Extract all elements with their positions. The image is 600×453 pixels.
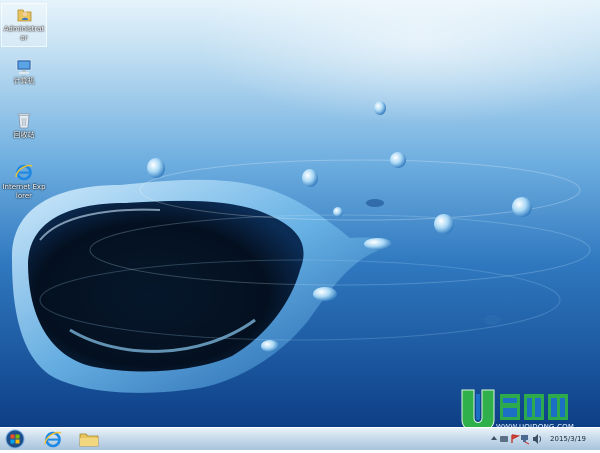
- desktop-icon-label: 回收站: [13, 131, 35, 139]
- desktop-icon-label: Internet Explorer: [2, 183, 46, 200]
- internet-explorer-icon: [44, 431, 62, 448]
- desktop-icon-recycle-bin[interactable]: 回收站: [2, 110, 46, 140]
- windows-start-orb-icon: [5, 429, 25, 449]
- action-center-flag-icon[interactable]: [511, 434, 521, 443]
- desktop[interactable]: Administrator 计算机 回收站 Internet Explorer: [0, 0, 600, 427]
- tray-icons: [491, 434, 542, 445]
- desktop-icon-administrator[interactable]: Administrator: [1, 3, 47, 47]
- recycle-bin-icon: [17, 113, 31, 129]
- user-folder-icon: [17, 9, 32, 22]
- computer-icon: [16, 59, 32, 74]
- taskbar-app-file-explorer[interactable]: [74, 429, 104, 449]
- desktop-icon-label: Administrator: [3, 25, 45, 42]
- start-button[interactable]: [4, 429, 26, 449]
- network-icon[interactable]: [521, 435, 530, 445]
- clock-date: 2015/3/19: [550, 435, 586, 443]
- wallpaper-water-splash: [11, 101, 591, 393]
- desktop-icon-computer[interactable]: 计算机: [2, 58, 46, 86]
- desktop-icon-internet-explorer[interactable]: Internet Explorer: [2, 162, 46, 201]
- taskbar-clock[interactable]: 2015/3/19: [542, 429, 594, 444]
- desktop-icon-label: 计算机: [13, 77, 35, 85]
- internet-explorer-icon: [15, 164, 33, 181]
- volume-icon[interactable]: [533, 434, 542, 444]
- file-explorer-icon: [79, 433, 99, 447]
- show-hidden-icons-icon[interactable]: [491, 436, 497, 440]
- keyboard-icon[interactable]: [500, 436, 508, 442]
- taskbar-app-internet-explorer[interactable]: [38, 429, 68, 449]
- system-tray[interactable]: 2015/3/19: [488, 428, 600, 450]
- taskbar[interactable]: 2015/3/19: [0, 427, 600, 450]
